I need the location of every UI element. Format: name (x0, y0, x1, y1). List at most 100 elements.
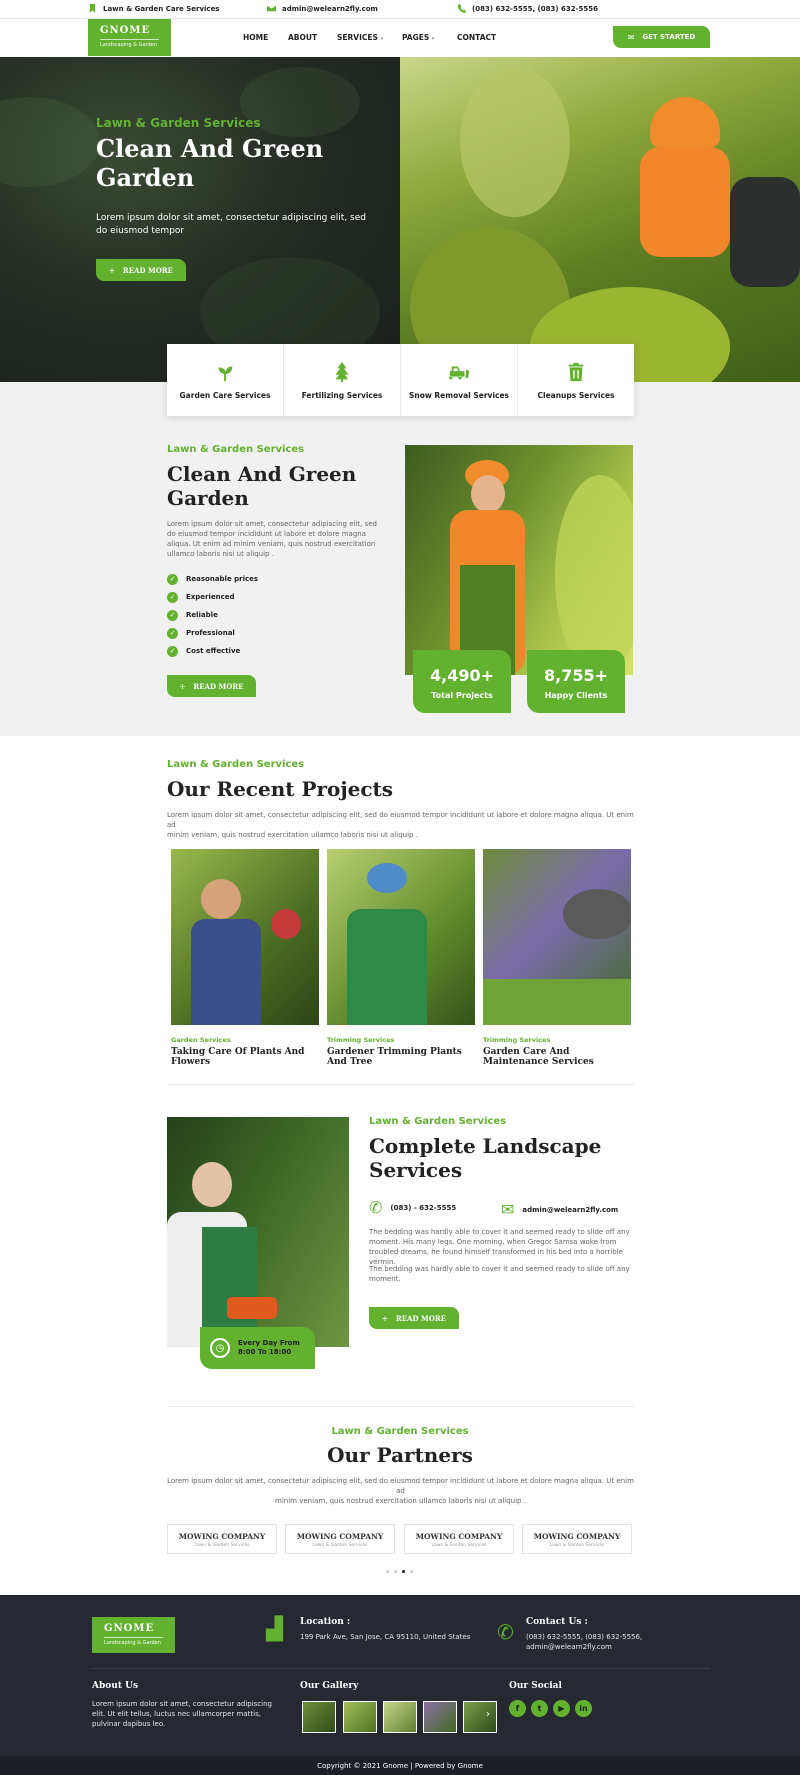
top-bar: Lawn & Garden Care Services admin@welear… (0, 0, 800, 19)
chevron-down-icon: ▾ (380, 36, 384, 42)
phone-icon: ✆ (497, 1620, 514, 1644)
carousel-dot-active[interactable] (402, 1570, 405, 1573)
copyright-bar: Copyright © 2021 Gnome | Powered by Gnom… (0, 1756, 800, 1775)
check-icon: ✓ (167, 573, 178, 585)
services-strip: Garden Care Services Fertilizing Service… (167, 344, 634, 416)
facebook-icon[interactable]: f (509, 1700, 526, 1717)
hero-image (400, 57, 800, 382)
service-card[interactable]: Snow Removal Services (401, 344, 518, 416)
linkedin-icon[interactable]: in (575, 1700, 592, 1717)
landscape-phone[interactable]: ✆ (083) - 632-5555 (369, 1198, 456, 1217)
chevron-down-icon: ▾ (431, 36, 435, 42)
chevron-right-icon[interactable]: › (618, 1531, 622, 1542)
check-icon: ✓ (167, 645, 178, 657)
logo[interactable]: GNOME Landscaping & Garden (88, 19, 171, 56)
footer-logo[interactable]: GNOME Landscaping & Garden (92, 1617, 175, 1653)
mail-icon: ✉ (501, 1200, 515, 1219)
project-image[interactable] (483, 849, 631, 1025)
plus-icon: + (109, 265, 115, 275)
gallery-thumb[interactable] (383, 1701, 417, 1733)
nav-services[interactable]: SERVICES ▾ (337, 33, 383, 42)
get-started-button[interactable]: ✉ GET STARTED (613, 26, 710, 48)
landscape-image (167, 1117, 349, 1347)
gallery-thumb[interactable] (343, 1701, 377, 1733)
partner-logo[interactable]: MOWING COMPANY Lawn & Garden Services (404, 1524, 514, 1554)
project-title[interactable]: Gardener Trimming Plants And Tree (327, 1047, 477, 1067)
topbar-email[interactable]: admin@welearn2fly.com (267, 4, 378, 13)
landscape-email[interactable]: ✉ admin@welearn2fly.com (501, 1200, 618, 1219)
about-read-more-button[interactable]: + READ MORE (167, 675, 256, 697)
gallery-thumb[interactable] (302, 1701, 336, 1733)
hero-text: Lorem ipsum dolor sit amet, consectetur … (96, 213, 366, 236)
contact-email[interactable]: admin@welearn2fly.com (526, 1642, 612, 1652)
carousel-dot[interactable] (410, 1570, 413, 1573)
envelope-icon: ✉ (627, 32, 635, 42)
carousel-dot[interactable] (386, 1570, 389, 1573)
hero-eyebrow: Lawn & Garden Services (96, 116, 261, 130)
about-text: Lorem ipsum dolor sit amet, consectetur … (167, 520, 377, 558)
nav-contact[interactable]: CONTACT (457, 33, 496, 42)
plus-icon: + (179, 681, 186, 691)
tagline: Lawn & Garden Care Services (88, 4, 219, 13)
list-item: ✓ Professional (167, 624, 258, 642)
gallery-thumb[interactable] (423, 1701, 457, 1733)
twitter-icon[interactable]: t (531, 1700, 548, 1717)
chevron-right-icon[interactable]: › (486, 1709, 490, 1720)
projects-title: Our Recent Projects (167, 777, 394, 801)
project-category: Trimming Services (327, 1036, 395, 1044)
carousel-dot[interactable] (394, 1570, 397, 1573)
partners-eyebrow: Lawn & Garden Services (331, 1426, 469, 1437)
sprout-icon (218, 366, 233, 381)
list-item: ✓ Reliable (167, 606, 258, 624)
about-eyebrow: Lawn & Garden Services (167, 444, 305, 455)
nav-home[interactable]: HOME (243, 33, 268, 42)
gallery-thumb[interactable] (463, 1701, 497, 1733)
project-category: Garden Services (171, 1036, 231, 1044)
project-image[interactable] (171, 849, 319, 1025)
topbar-phone[interactable]: (083) 632-5555, (083) 632-5556 (457, 4, 598, 13)
service-card[interactable]: Garden Care Services (167, 344, 284, 416)
stat-total-projects: 4,490+ Total Projects (413, 650, 511, 713)
social-title: Our Social (509, 1681, 562, 1691)
youtube-icon[interactable]: ▶ (553, 1700, 570, 1717)
about-title: Clean And Green Garden (167, 462, 357, 510)
hero-read-more-button[interactable]: + READ MORE (96, 259, 186, 281)
project-image[interactable] (327, 849, 475, 1025)
worker-cap (650, 97, 720, 147)
project-title[interactable]: Garden Care And Maintenance Services (483, 1047, 633, 1067)
divider (92, 1668, 710, 1669)
nav-pages[interactable]: PAGES ▾ (402, 33, 434, 42)
landscape-title: Complete Landscape Services (369, 1134, 602, 1182)
project-title[interactable]: Taking Care Of Plants And Flowers (171, 1047, 321, 1067)
service-card[interactable]: Fertilizing Services (284, 344, 401, 416)
partner-logo[interactable]: MOWING COMPANY Lawn & Garden Services (285, 1524, 395, 1554)
clock-icon: ◷ (210, 1338, 230, 1358)
check-icon: ✓ (167, 627, 178, 639)
about-us-title: About Us (92, 1681, 139, 1691)
hero-title: Clean And Green Garden (96, 134, 324, 192)
location-title: Location : (300, 1617, 351, 1627)
list-item: ✓ Reasonable prices (167, 570, 258, 588)
landscape-read-more-button[interactable]: + READ MORE (369, 1307, 459, 1329)
worker-shirt (640, 147, 730, 257)
divider (167, 1084, 634, 1085)
bookmark-icon (89, 4, 96, 13)
projects-eyebrow: Lawn & Garden Services (167, 759, 305, 770)
nav-about[interactable]: ABOUT (288, 33, 317, 42)
social-icons: f t ▶ in (509, 1700, 592, 1717)
service-card[interactable]: Cleanups Services (518, 344, 634, 416)
carousel-dots (386, 1570, 413, 1573)
tree-icon (335, 361, 349, 382)
contact-phones[interactable]: (083) 632-5555, (083) 632-5556, (526, 1632, 642, 1642)
trash-icon (568, 362, 584, 381)
brand-tagline: Landscaping & Garden (100, 39, 159, 48)
copyright-text: Copyright © 2021 Gnome | Powered by Gnom… (317, 1761, 483, 1770)
list-item: ✓ Cost effective (167, 642, 258, 660)
project-category: Trimming Services (483, 1036, 551, 1044)
partner-logo[interactable]: MOWING COMPANY Lawn & Garden Services (522, 1524, 632, 1554)
mail-icon (267, 5, 276, 12)
brand-name: GNOME (100, 25, 151, 36)
location-text: 199 Park Ave, San Jose, CA 95110, United… (300, 1633, 471, 1641)
check-icon: ✓ (167, 609, 178, 621)
partner-logo[interactable]: MOWING COMPANY Lawn & Garden Services (167, 1524, 277, 1554)
